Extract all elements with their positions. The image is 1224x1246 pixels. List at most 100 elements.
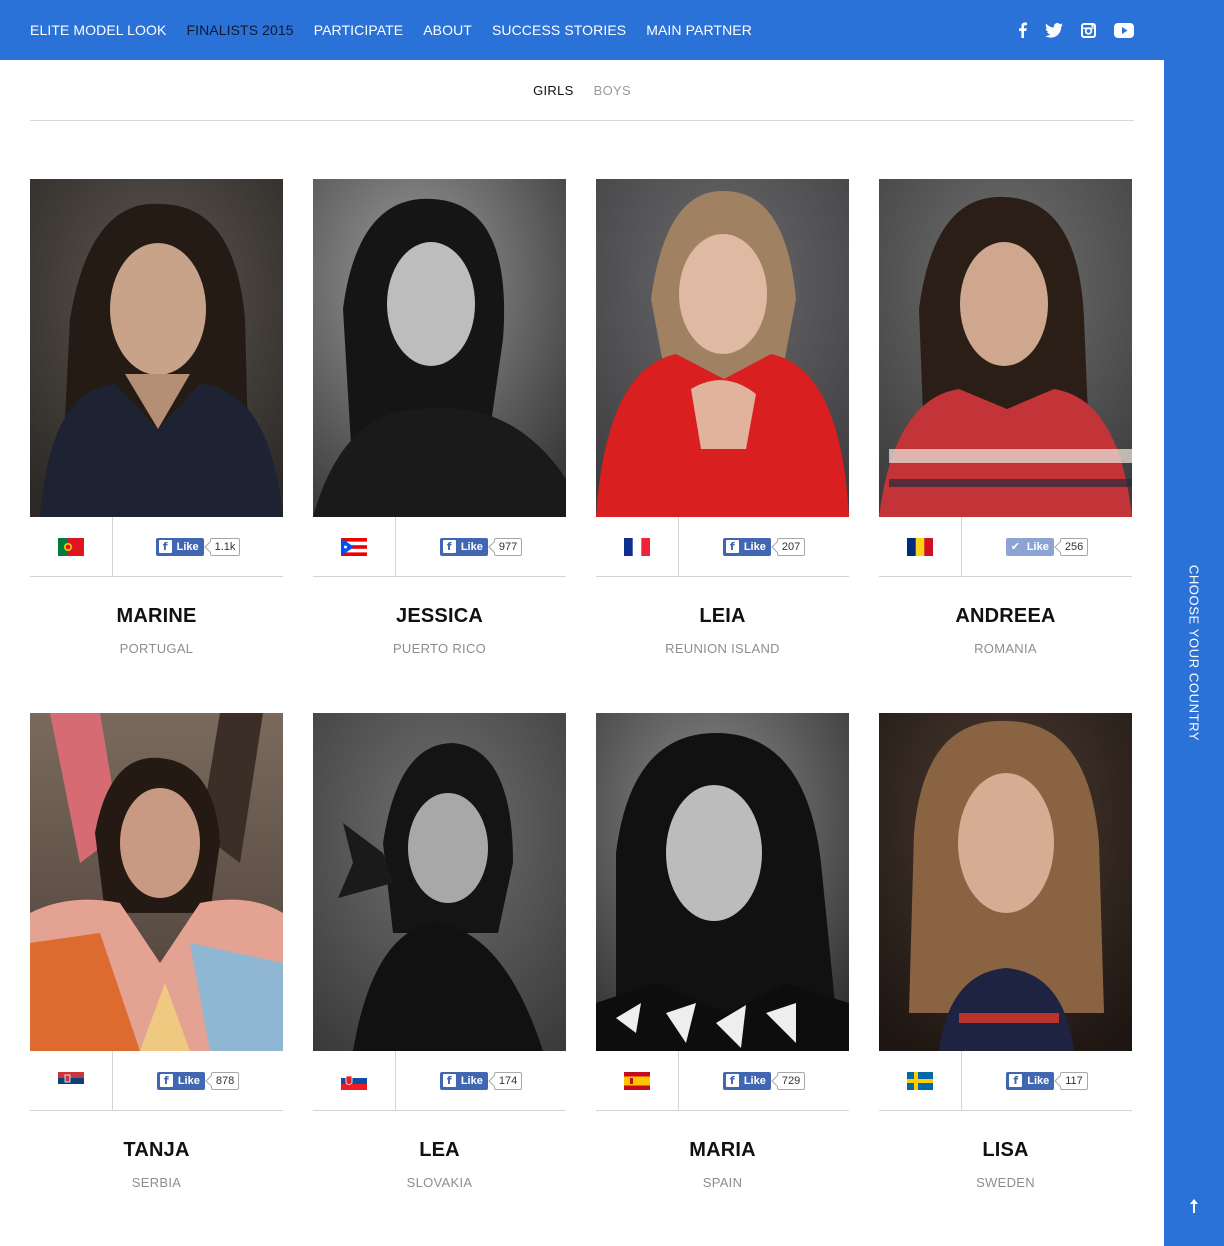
finalist-meta: ✔ Like 256 [879,517,1132,577]
finalist-country: SERBIA [131,1175,182,1190]
country-selector-panel[interactable]: CHOOSE YOUR COUNTRY [1164,0,1224,1246]
facebook-like-button[interactable]: f Like [439,1071,488,1090]
like-cell: f Like 977 [396,517,566,576]
youtube-icon[interactable] [1114,20,1134,40]
finalist-country: SLOVAKIA [406,1175,473,1190]
facebook-like-button[interactable]: f Like [722,537,771,556]
finalist-meta: f Like 117 [879,1051,1132,1111]
instagram-icon[interactable] [1081,20,1096,40]
finalist-card[interactable]: ✔ Like 256 ANDREEA ROMANIA [879,179,1132,713]
finalist-photo[interactable] [596,179,849,517]
gender-tabs: GIRLS BOYS [30,60,1134,121]
flag-cell [313,517,396,576]
like-count: 117 [1060,1071,1088,1090]
nav-elite-model-look[interactable]: ELITE MODEL LOOK [30,22,166,38]
facebook-logo-icon: f [725,1074,739,1087]
finalist-meta: f Like 1.1k [30,517,283,577]
finalist-photo[interactable] [879,713,1132,1051]
portugal-flag-icon [58,537,84,556]
finalist-name[interactable]: LEIA [596,605,849,628]
like-count: 729 [776,1071,806,1090]
facebook-like-button[interactable]: ✔ Like [1005,537,1054,556]
finalist-meta: f Like 977 [313,517,566,577]
like-cell: f Like 1.1k [113,517,283,576]
nav-main-partner[interactable]: MAIN PARTNER [646,22,752,38]
like-cell: ✔ Like 256 [962,517,1132,576]
nav-participate[interactable]: PARTICIPATE [314,22,404,38]
flag-cell [313,1051,396,1110]
flag-cell [30,517,113,576]
main-nav: ELITE MODEL LOOK FINALISTS 2015 PARTICIP… [30,0,772,60]
facebook-like-button[interactable]: f Like [722,1071,771,1090]
finalist-name[interactable]: LEA [313,1139,566,1162]
finalist-photo[interactable] [313,179,566,517]
finalist-card[interactable]: f Like 729 MARIA SPAIN [596,713,849,1246]
facebook-like-button[interactable]: f Like [155,537,204,556]
puerto-rico-flag-icon [341,537,367,556]
finalist-name[interactable]: LISA [879,1139,1132,1162]
serbia-flag-icon [58,1071,84,1090]
finalist-meta: f Like 878 [30,1051,283,1111]
facebook-logo-icon: f [159,1074,173,1087]
nav-about[interactable]: ABOUT [423,22,472,38]
slovakia-flag-icon [341,1071,367,1090]
finalist-name[interactable]: MARIA [596,1139,849,1162]
top-navbar: ELITE MODEL LOOK FINALISTS 2015 PARTICIP… [0,0,1164,60]
like-count: 977 [493,537,523,556]
romania-flag-icon [907,537,933,556]
finalist-card[interactable]: f Like 174 LEA SLOVAKIA [313,713,566,1246]
finalist-card[interactable]: f Like 117 LISA SWEDEN [879,713,1132,1246]
finalist-meta: f Like 729 [596,1051,849,1111]
choose-country-label[interactable]: CHOOSE YOUR COUNTRY [1187,565,1202,741]
finalist-name[interactable]: TANJA [30,1139,283,1162]
facebook-like-button[interactable]: f Like [1006,1071,1055,1090]
twitter-icon[interactable] [1045,20,1063,40]
finalist-card[interactable]: f Like 977 JESSICA PUERTO RICO [313,179,566,713]
finalist-card[interactable]: f Like 207 LEIA REUNION ISLAND [596,179,849,713]
finalist-name[interactable]: ANDREEA [879,605,1132,628]
finalist-country: PUERTO RICO [392,641,487,656]
sweden-flag-icon [907,1071,933,1090]
nav-finalists-2015[interactable]: FINALISTS 2015 [186,22,293,38]
like-count: 207 [776,537,806,556]
flag-cell [596,517,679,576]
finalist-country: SWEDEN [976,1175,1035,1190]
facebook-logo-icon: f [442,1074,456,1087]
finalist-name[interactable]: JESSICA [313,605,566,628]
finalist-country: PORTUGAL [119,641,194,656]
finalist-card[interactable]: f Like 878 TANJA SERBIA [30,713,283,1246]
finalist-meta: f Like 207 [596,517,849,577]
finalist-photo[interactable] [879,179,1132,517]
like-count: 1.1k [209,537,241,556]
like-count: 256 [1059,537,1089,556]
like-cell: f Like 207 [679,517,849,576]
finalist-country: ROMANIA [974,641,1037,656]
nav-success-stories[interactable]: SUCCESS STORIES [492,22,626,38]
spain-flag-icon [624,1071,650,1090]
finalist-country: REUNION ISLAND [665,641,780,656]
facebook-like-button[interactable]: f Like [439,537,488,556]
arrow-up-icon[interactable] [1186,1196,1202,1216]
france-flag-icon [624,537,650,556]
like-count: 878 [210,1071,240,1090]
like-cell: f Like 878 [113,1051,283,1110]
like-cell: f Like 117 [962,1051,1132,1110]
facebook-icon[interactable] [1018,20,1027,40]
finalist-meta: f Like 174 [313,1051,566,1111]
tab-girls[interactable]: GIRLS [533,83,574,98]
facebook-logo-icon: f [1009,1074,1023,1087]
finalist-photo[interactable] [30,179,283,517]
finalist-photo[interactable] [30,713,283,1051]
flag-cell [879,517,962,576]
finalist-name[interactable]: MARINE [30,605,283,628]
facebook-logo-icon: f [725,540,739,553]
social-links [1000,0,1134,60]
like-cell: f Like 174 [396,1051,566,1110]
finalist-photo[interactable] [596,713,849,1051]
flag-cell [879,1051,962,1110]
facebook-like-button[interactable]: f Like [156,1071,205,1090]
tab-boys[interactable]: BOYS [594,83,631,98]
finalist-photo[interactable] [313,713,566,1051]
finalist-card[interactable]: f Like 1.1k MARINE PORTUGAL [30,179,283,713]
flag-cell [30,1051,113,1110]
